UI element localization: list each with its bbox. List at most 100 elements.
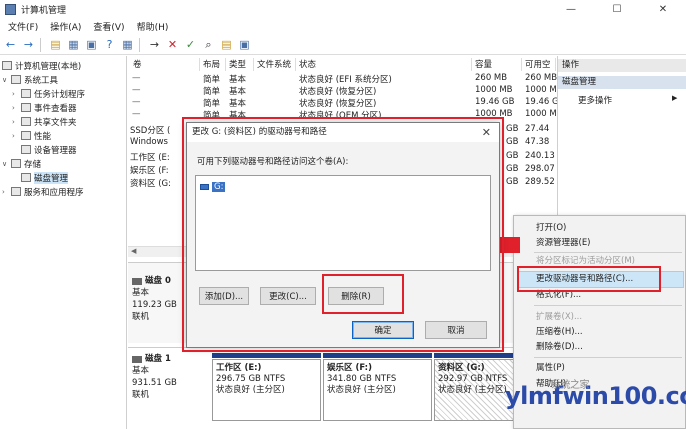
tree-item-task-scheduler[interactable]: › 任务计划程序 xyxy=(12,87,85,100)
chevron-right-icon[interactable]: › xyxy=(12,104,20,112)
title-bar: 计算机管理 — ☐ ✕ xyxy=(0,0,686,18)
drive-path-item[interactable]: G: xyxy=(200,181,226,192)
connect-icon[interactable]: → xyxy=(147,38,162,52)
table-cell: 基本 xyxy=(229,99,247,109)
column-header-type[interactable]: 类型 xyxy=(226,58,254,71)
delete-icon[interactable]: ✕ xyxy=(165,38,180,52)
table-cell: 简单 xyxy=(203,99,221,109)
menu-item-change-drive-letter[interactable]: 更改驱动器号和路径(C)... xyxy=(536,272,633,286)
table-row[interactable]: — 简单 基本 状态良好 (恢复分区) 1000 MB 1000 MB xyxy=(128,85,563,97)
watermark-text: ylmfwin100.com xyxy=(505,382,686,410)
column-header-status[interactable]: 状态 xyxy=(296,58,472,71)
computer-management-icon xyxy=(5,3,16,15)
more-actions-link[interactable]: 更多操作 xyxy=(578,94,612,106)
tree-item-performance[interactable]: › 性能 xyxy=(12,129,51,142)
export-icon[interactable]: ▤ xyxy=(219,38,234,52)
table-cell: SSD分区 ( xyxy=(130,126,171,136)
chevron-down-icon[interactable]: ∨ xyxy=(2,160,10,168)
disk1-status: 联机 xyxy=(132,390,150,400)
column-header-free[interactable]: 可用空 xyxy=(522,58,556,71)
column-header-filesystem[interactable]: 文件系统 xyxy=(254,58,296,71)
tree-item-root[interactable]: 计算机管理(本地) xyxy=(2,59,81,72)
table-row[interactable]: — 简单 基本 状态良好 (恢复分区) 19.46 GB 19.46 GB xyxy=(128,97,564,109)
menu-item-mark-active[interactable]: 将分区标记为活动分区(M) xyxy=(536,254,635,268)
tree-item-shared-folders[interactable]: › 共享文件夹 xyxy=(12,115,77,128)
change-drive-letter-dialog: 更改 G: (资料区) 的驱动器号和路径 ✕ 可用下列驱动器号和路径访问这个卷(… xyxy=(186,122,500,348)
column-header-volume[interactable]: 卷 xyxy=(130,58,200,71)
menu-action[interactable]: 操作(A) xyxy=(50,20,81,33)
chevron-right-icon[interactable]: › xyxy=(12,132,20,140)
tree-item-event-viewer[interactable]: › 事件查看器 xyxy=(12,101,77,114)
menu-separator xyxy=(534,305,682,306)
partition-status: 状态良好 (主分区) xyxy=(216,385,285,395)
chevron-right-icon[interactable]: › xyxy=(12,118,20,126)
help-icon[interactable]: ? xyxy=(102,38,117,52)
chevron-right-icon[interactable]: › xyxy=(2,188,10,196)
menu-item-format[interactable]: 格式化(F)... xyxy=(536,288,581,302)
disk1-name: 磁盘 1 xyxy=(145,354,171,364)
toolbar-separator xyxy=(40,37,41,52)
table-cell: 状态良好 (EFI 系统分区) xyxy=(299,75,392,85)
table-cell: 基本 xyxy=(229,87,247,97)
console-tree-icon[interactable]: ▦ xyxy=(66,38,81,52)
minimize-button[interactable]: — xyxy=(548,0,594,18)
table-cell: 简单 xyxy=(203,111,221,121)
remove-button[interactable]: 删除(R) xyxy=(328,287,384,305)
menu-item-open[interactable]: 打开(O) xyxy=(536,221,566,235)
ok-button[interactable]: 确定 xyxy=(352,321,414,339)
table-cell: GB xyxy=(506,177,519,187)
performance-icon xyxy=(21,131,31,140)
back-icon[interactable]: ← xyxy=(3,38,18,52)
change-button[interactable]: 更改(C)... xyxy=(260,287,316,305)
chevron-right-icon: ▶ xyxy=(672,94,678,102)
menu-item-explorer[interactable]: 资源管理器(E) xyxy=(536,236,591,250)
partition-f[interactable]: 娱乐区 (F:) 341.80 GB NTFS 状态良好 (主分区) xyxy=(323,359,432,421)
disk1-label[interactable]: 磁盘 1 基本 931.51 GB 联机 xyxy=(132,353,177,401)
menu-item-delete[interactable]: 删除卷(D)... xyxy=(536,340,583,354)
storage-icon xyxy=(11,159,21,168)
disk-icon xyxy=(132,355,142,363)
clock-icon xyxy=(21,89,31,98)
search-icon[interactable]: ⌕ xyxy=(201,38,216,52)
menu-view[interactable]: 查看(V) xyxy=(93,20,124,33)
disk0-label[interactable]: 磁盘 0 基本 119.23 GB 联机 xyxy=(132,275,177,323)
dialog-close-icon[interactable]: ✕ xyxy=(482,126,491,139)
check-icon[interactable]: ✓ xyxy=(183,38,198,52)
table-cell: 1000 MB xyxy=(475,109,513,119)
partition-e[interactable]: 工作区 (E:) 296.75 GB NTFS 状态良好 (主分区) xyxy=(212,359,321,421)
volume-dash: — xyxy=(132,109,141,119)
add-button[interactable]: 添加(D)... xyxy=(199,287,249,305)
table-cell: 1000 MB xyxy=(475,85,513,95)
actions-section-disk-management[interactable]: 磁盘管理 xyxy=(558,76,686,89)
table-cell: 298.07 xyxy=(525,164,555,174)
table-row[interactable]: — 简单 基本 状态良好 (EFI 系统分区) 260 MB 260 MB xyxy=(128,73,557,85)
tree-item-disk-management[interactable]: 磁盘管理 xyxy=(21,171,69,184)
chevron-right-icon[interactable]: › xyxy=(12,90,20,98)
menu-item-extend[interactable]: 扩展卷(X)... xyxy=(536,310,582,324)
menu-item-shrink[interactable]: 压缩卷(H)... xyxy=(536,325,583,339)
menu-help[interactable]: 帮助(H) xyxy=(137,20,169,33)
menu-separator xyxy=(534,357,682,358)
view-icon[interactable]: ▣ xyxy=(237,38,252,52)
tree-item-storage[interactable]: ∨ 存储 xyxy=(2,157,41,170)
column-header-layout[interactable]: 布局 xyxy=(200,58,226,71)
maximize-button[interactable]: ☐ xyxy=(594,0,640,18)
menu-file[interactable]: 文件(F) xyxy=(8,20,38,33)
column-header-capacity[interactable]: 容量 xyxy=(472,58,522,71)
drive-path-list[interactable]: G: xyxy=(195,175,491,271)
menu-item-properties[interactable]: 属性(P) xyxy=(536,361,565,375)
scroll-left-icon[interactable]: ◀ xyxy=(131,247,136,255)
up-folder-icon[interactable]: ▤ xyxy=(48,38,63,52)
tree-item-device-manager[interactable]: 设备管理器 xyxy=(21,143,77,156)
list-view-icon[interactable]: ▦ xyxy=(120,38,135,52)
tree-item-system-tools[interactable]: ∨ 系统工具 xyxy=(2,73,58,86)
cancel-button[interactable]: 取消 xyxy=(425,321,487,339)
properties-icon[interactable]: ▣ xyxy=(84,38,99,52)
table-row[interactable]: — 简单 基本 状态良好 (OEM 分区) 1000 MB 1000 MB xyxy=(128,109,563,121)
close-button[interactable]: ✕ xyxy=(640,0,686,18)
forward-icon[interactable]: → xyxy=(21,38,36,52)
chevron-down-icon[interactable]: ∨ xyxy=(2,76,10,84)
tree-item-services[interactable]: › 服务和应用程序 xyxy=(2,185,84,198)
menu-separator xyxy=(534,252,682,253)
table-cell: 简单 xyxy=(203,87,221,97)
